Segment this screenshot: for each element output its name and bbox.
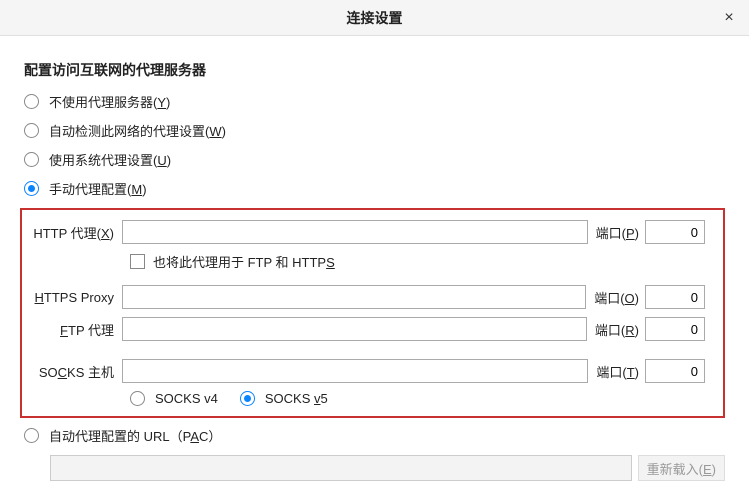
socks-host-input[interactable] (122, 359, 588, 383)
socks-version-row: SOCKS v4 SOCKS v5 (130, 391, 705, 406)
radio-socks-v5[interactable]: SOCKS v5 (240, 391, 328, 406)
radio-manual-proxy[interactable]: 手动代理配置(M) (24, 179, 725, 198)
ftp-port-input[interactable] (645, 317, 705, 341)
radio-socks-v4[interactable]: SOCKS v4 (130, 391, 218, 406)
radio-icon (24, 181, 39, 196)
also-use-row[interactable]: 也将此代理用于 FTP 和 HTTPS (130, 252, 705, 271)
https-port-label: 端口(O) (594, 288, 639, 307)
radio-label: 自动检测此网络的代理设置(W) (49, 121, 226, 140)
radio-icon (130, 391, 145, 406)
pac-url-input[interactable] (50, 455, 632, 481)
reload-button[interactable]: 重新载入(E) (638, 455, 725, 481)
radio-label: 自动代理配置的 URL（PAC） (49, 426, 221, 445)
ftp-proxy-label: FTP 代理 (32, 320, 122, 339)
radio-label: 使用系统代理设置(U) (49, 150, 171, 169)
section-title: 配置访问互联网的代理服务器 (24, 60, 725, 80)
http-port-input[interactable] (645, 220, 705, 244)
ftp-port-label: 端口(R) (595, 320, 639, 339)
radio-label: 手动代理配置(M) (49, 179, 147, 198)
radio-pac-url[interactable]: 自动代理配置的 URL（PAC） (24, 426, 725, 445)
pac-row: 重新载入(E) (24, 455, 725, 481)
radio-icon (240, 391, 255, 406)
ftp-proxy-row: FTP 代理 端口(R) (32, 317, 705, 341)
also-use-label: 也将此代理用于 FTP 和 HTTPS (153, 252, 335, 271)
checkbox-icon (130, 254, 145, 269)
http-proxy-row: HTTP 代理(X) 端口(P) (32, 220, 705, 244)
dialog-title: 连接设置 (347, 8, 403, 28)
radio-icon (24, 428, 39, 443)
radio-icon (24, 152, 39, 167)
http-port-label: 端口(P) (596, 223, 639, 242)
https-proxy-input[interactable] (122, 285, 586, 309)
titlebar: 连接设置 × (0, 0, 749, 36)
socks-port-label: 端口(T) (596, 362, 639, 381)
radio-icon (24, 123, 39, 138)
http-proxy-input[interactable] (122, 220, 588, 244)
radio-icon (24, 94, 39, 109)
close-icon[interactable]: × (719, 8, 739, 28)
radio-auto-detect[interactable]: 自动检测此网络的代理设置(W) (24, 121, 725, 140)
radio-label: 不使用代理服务器(Y) (49, 92, 170, 111)
radio-no-proxy[interactable]: 不使用代理服务器(Y) (24, 92, 725, 111)
http-proxy-label: HTTP 代理(X) (32, 223, 122, 242)
socks-v4-label: SOCKS v4 (155, 391, 218, 406)
radio-system-proxy[interactable]: 使用系统代理设置(U) (24, 150, 725, 169)
socks-port-input[interactable] (645, 359, 705, 383)
socks-host-row: SOCKS 主机 端口(T) (32, 359, 705, 383)
content-area: 配置访问互联网的代理服务器 不使用代理服务器(Y) 自动检测此网络的代理设置(W… (0, 36, 749, 481)
socks-host-label: SOCKS 主机 (32, 362, 122, 381)
socks-v5-label: SOCKS v5 (265, 391, 328, 406)
https-proxy-row: HTTPS Proxy 端口(O) (32, 285, 705, 309)
https-port-input[interactable] (645, 285, 705, 309)
manual-proxy-box: HTTP 代理(X) 端口(P) 也将此代理用于 FTP 和 HTTPS HTT… (20, 208, 725, 418)
https-proxy-label: HTTPS Proxy (32, 290, 122, 305)
ftp-proxy-input[interactable] (122, 317, 587, 341)
